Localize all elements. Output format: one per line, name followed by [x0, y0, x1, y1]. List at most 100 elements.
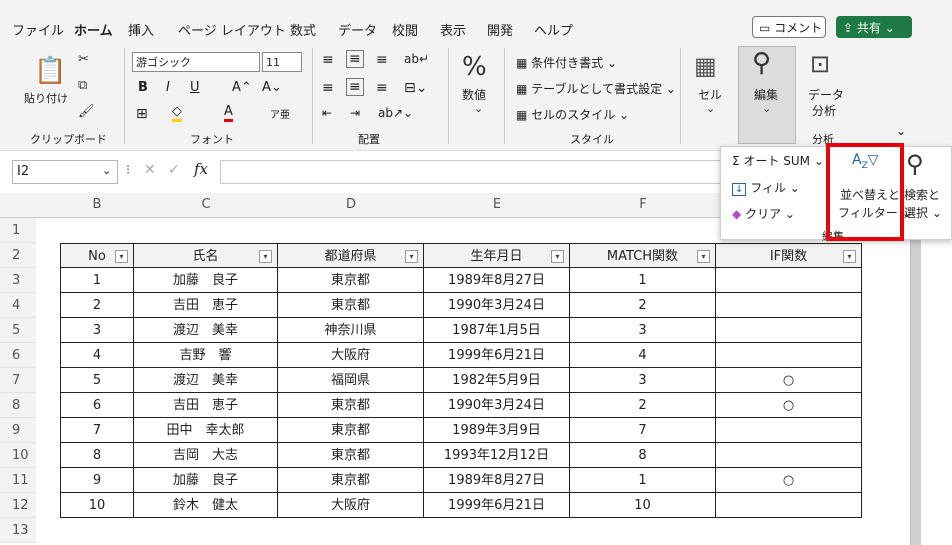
- table-cell-birthdate[interactable]: 1989年3月9日: [424, 418, 570, 443]
- table-cell-match[interactable]: 7: [570, 418, 716, 443]
- copy-icon[interactable]: ⧉: [78, 78, 87, 93]
- table-cell-no[interactable]: 6: [60, 393, 134, 418]
- table-cell-birthdate[interactable]: 1993年12月12日: [424, 443, 570, 468]
- italic-button[interactable]: I: [166, 80, 170, 95]
- table-cell-if[interactable]: ○: [716, 368, 862, 393]
- autosum-button[interactable]: Σ オート SUM ⌄: [732, 152, 824, 169]
- table-cell-match[interactable]: 8: [570, 443, 716, 468]
- table-cell-birthdate[interactable]: 1999年6月21日: [424, 343, 570, 368]
- table-cell-prefecture[interactable]: 東京都: [278, 443, 424, 468]
- table-cell-name[interactable]: 田中 幸太郎: [134, 418, 278, 443]
- col-header-b[interactable]: B: [60, 193, 134, 217]
- row-header[interactable]: 2: [0, 243, 36, 268]
- menu-help[interactable]: ヘルプ: [534, 20, 573, 39]
- table-cell-name[interactable]: 吉田 恵子: [134, 393, 278, 418]
- font-name-select[interactable]: 游ゴシック: [132, 52, 260, 72]
- menu-review[interactable]: 校閲: [392, 20, 418, 39]
- table-cell-name[interactable]: 吉岡 大志: [134, 443, 278, 468]
- row-header[interactable]: 9: [0, 418, 36, 443]
- menu-insert[interactable]: 挿入: [128, 20, 154, 39]
- filter-dropdown-icon[interactable]: ▾: [115, 250, 128, 263]
- table-cell-if[interactable]: [716, 343, 862, 368]
- row-header[interactable]: 13: [0, 518, 36, 543]
- number-button[interactable]: 数値: [462, 86, 486, 103]
- clear-button[interactable]: ◆ クリア ⌄: [732, 205, 795, 222]
- font-color-icon[interactable]: A: [224, 104, 233, 122]
- table-cell-name[interactable]: 吉田 恵子: [134, 293, 278, 318]
- filter-dropdown-icon[interactable]: ▾: [551, 250, 564, 263]
- table-cell-no[interactable]: 10: [60, 493, 134, 518]
- table-cell-prefecture[interactable]: 神奈川県: [278, 318, 424, 343]
- underline-button[interactable]: U: [190, 80, 200, 95]
- row-header[interactable]: 10: [0, 443, 36, 468]
- row-header[interactable]: 12: [0, 493, 36, 518]
- orientation-icon[interactable]: ab↗⌄: [378, 106, 413, 120]
- data-analysis-label-2[interactable]: 分析: [812, 102, 836, 119]
- table-cell-no[interactable]: 7: [60, 418, 134, 443]
- fill-button[interactable]: ↓ フィル ⌄: [732, 179, 800, 196]
- row-header[interactable]: 5: [0, 318, 36, 343]
- ribbon-collapse-icon[interactable]: ⌄: [896, 124, 906, 138]
- table-cell-match[interactable]: 1: [570, 268, 716, 293]
- cut-icon[interactable]: ✂: [78, 52, 89, 67]
- find-select-button[interactable]: 選択 ⌄: [904, 204, 942, 221]
- conditional-format-button[interactable]: ▦ 条件付き書式 ⌄: [516, 54, 617, 71]
- table-cell-if[interactable]: [716, 443, 862, 468]
- table-cell-birthdate[interactable]: 1982年5月9日: [424, 368, 570, 393]
- filter-dropdown-icon[interactable]: ▾: [405, 250, 418, 263]
- table-cell-no[interactable]: 9: [60, 468, 134, 493]
- decrease-font-icon[interactable]: A⌄: [262, 80, 282, 95]
- table-cell-no[interactable]: 2: [60, 293, 134, 318]
- table-cell-name[interactable]: 加藤 良子: [134, 268, 278, 293]
- table-cell-prefecture[interactable]: 大阪府: [278, 343, 424, 368]
- filter-dropdown-icon[interactable]: ▾: [843, 250, 856, 263]
- bold-button[interactable]: B: [138, 80, 148, 95]
- table-cell-if[interactable]: [716, 418, 862, 443]
- row-header[interactable]: 11: [0, 468, 36, 493]
- table-header-match[interactable]: MATCH関数: [570, 243, 716, 268]
- table-cell-match[interactable]: 2: [570, 293, 716, 318]
- border-icon[interactable]: ⊞: [136, 106, 148, 122]
- table-cell-if[interactable]: [716, 493, 862, 518]
- table-cell-prefecture[interactable]: 大阪府: [278, 493, 424, 518]
- phonetic-icon[interactable]: ア亜: [270, 106, 290, 121]
- wrap-text-icon[interactable]: ab↵: [404, 52, 429, 66]
- menu-developer[interactable]: 開発: [487, 20, 513, 39]
- font-size-select[interactable]: 11: [262, 52, 302, 72]
- table-cell-match[interactable]: 1: [570, 468, 716, 493]
- find-select-label-1[interactable]: 検索と: [904, 186, 940, 203]
- menu-data[interactable]: データ: [338, 20, 377, 39]
- table-cell-match[interactable]: 10: [570, 493, 716, 518]
- table-cell-no[interactable]: 5: [60, 368, 134, 393]
- align-left-icon[interactable]: ≡: [322, 80, 334, 96]
- table-cell-name[interactable]: 鈴木 健太: [134, 493, 278, 518]
- row-header[interactable]: 1: [0, 218, 36, 243]
- table-cell-match[interactable]: 3: [570, 318, 716, 343]
- paste-button[interactable]: 貼り付け: [24, 90, 68, 106]
- table-cell-if[interactable]: [716, 293, 862, 318]
- filter-dropdown-icon[interactable]: ▾: [259, 250, 272, 263]
- table-cell-birthdate[interactable]: 1990年3月24日: [424, 393, 570, 418]
- format-painter-icon[interactable]: 🖌: [78, 104, 95, 119]
- table-header-name[interactable]: 氏名: [134, 243, 278, 268]
- table-cell-if[interactable]: [716, 268, 862, 293]
- cells-button[interactable]: セル: [698, 86, 722, 103]
- table-cell-no[interactable]: 8: [60, 443, 134, 468]
- menu-page-layout[interactable]: ページ レイアウト: [178, 20, 286, 39]
- table-cell-prefecture[interactable]: 福岡県: [278, 368, 424, 393]
- table-cell-prefecture[interactable]: 東京都: [278, 268, 424, 293]
- table-cell-match[interactable]: 3: [570, 368, 716, 393]
- table-cell-birthdate[interactable]: 1999年6月21日: [424, 493, 570, 518]
- menu-view[interactable]: 表示: [440, 20, 466, 39]
- row-header[interactable]: 4: [0, 293, 36, 318]
- table-cell-name[interactable]: 渡辺 美幸: [134, 318, 278, 343]
- merge-icon[interactable]: ⊟⌄: [404, 80, 427, 96]
- row-header[interactable]: 8: [0, 393, 36, 418]
- col-header-f[interactable]: F: [570, 193, 716, 217]
- indent-decrease-icon[interactable]: ⇤: [322, 106, 332, 120]
- col-header-c[interactable]: C: [134, 193, 278, 217]
- table-cell-name[interactable]: 渡辺 美幸: [134, 368, 278, 393]
- table-cell-prefecture[interactable]: 東京都: [278, 293, 424, 318]
- table-cell-prefecture[interactable]: 東京都: [278, 393, 424, 418]
- vertical-scrollbar[interactable]: [910, 193, 921, 545]
